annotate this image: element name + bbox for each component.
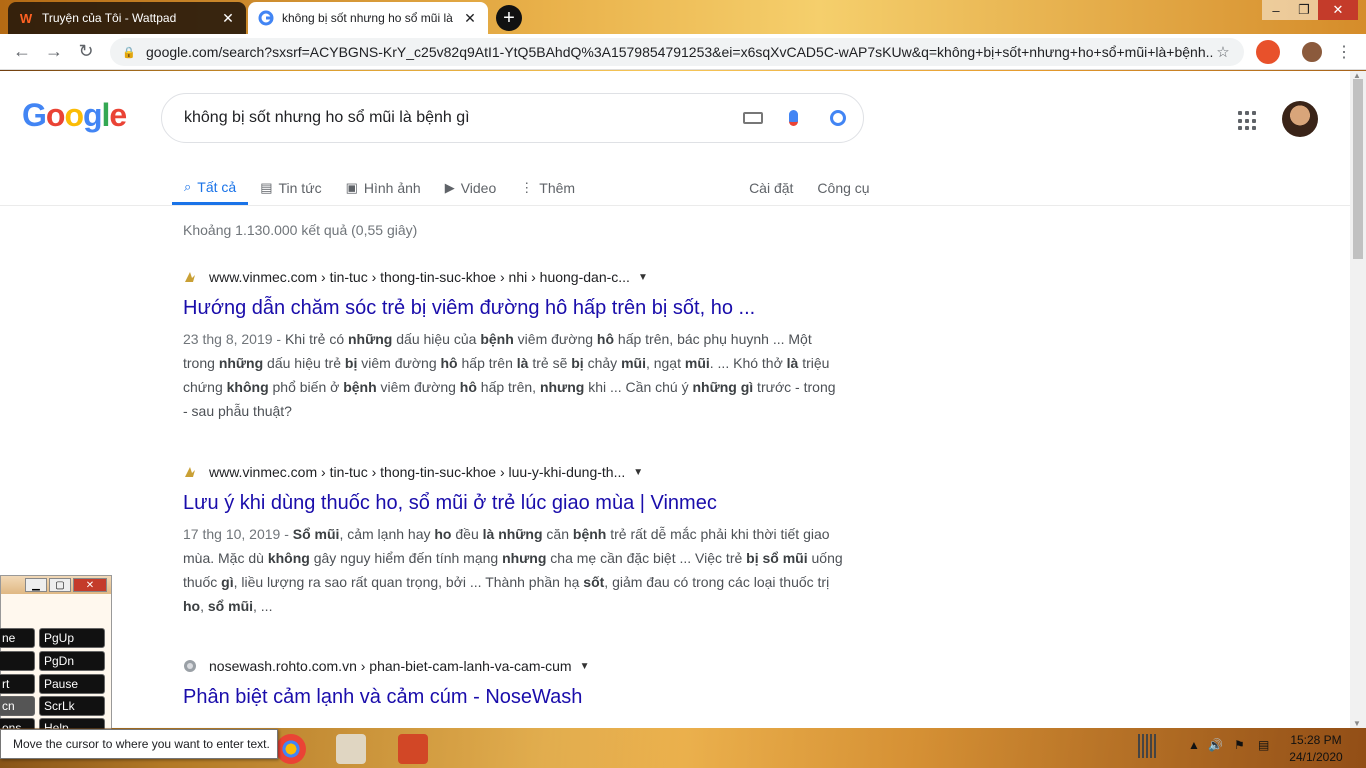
- dropdown-arrow-icon[interactable]: ▼: [638, 272, 648, 283]
- result-cite[interactable]: www.vinmec.com › tin-tuc › thong-tin-suc…: [183, 462, 843, 482]
- url-text: google.com/search?sxsrf=ACYBGNS-KrY_c25v…: [146, 44, 1214, 60]
- microphone-icon[interactable]: [773, 110, 813, 126]
- search-result: nosewash.rohto.com.vn › phan-biet-cam-la…: [183, 656, 843, 710]
- result-title[interactable]: Hướng dẫn chăm sóc trẻ bị viêm đường hô …: [183, 295, 843, 321]
- close-icon[interactable]: ✕: [73, 578, 107, 592]
- dropdown-arrow-icon[interactable]: ▼: [580, 661, 590, 672]
- tab-images[interactable]: ▣ Hình ảnh: [334, 171, 433, 205]
- network-icon[interactable]: ▤: [1258, 738, 1269, 752]
- tools-link[interactable]: Công cụ: [805, 171, 881, 205]
- google-results-page: Google không bị sốt nhưng ho sổ mũi là b…: [0, 71, 1350, 728]
- tab-all[interactable]: ⌕ Tất cả: [172, 171, 249, 205]
- osk-key-pgdn[interactable]: PgDn: [39, 651, 105, 671]
- result-title[interactable]: Lưu ý khi dùng thuốc ho, sổ mũi ở trẻ lú…: [183, 490, 843, 516]
- minimize-icon[interactable]: ▁: [25, 578, 47, 592]
- powerpoint-taskbar-icon[interactable]: [398, 734, 428, 764]
- maximize-icon[interactable]: ▢: [49, 578, 71, 592]
- search-tabs: ⌕ Tất cả ▤ Tin tức ▣ Hình ảnh ▶ Video ⋮ Thêm …: [172, 171, 882, 205]
- image-icon: ▣: [345, 180, 358, 195]
- new-tab-button[interactable]: +: [496, 5, 522, 31]
- extension-icon[interactable]: [1256, 40, 1280, 64]
- bookmark-star-icon[interactable]: ☆: [1214, 43, 1232, 61]
- google-logo[interactable]: Google: [22, 97, 127, 134]
- tab-title: không bị sốt nhưng ho sổ mũi là: [282, 11, 453, 25]
- tab-news[interactable]: ▤ Tin tức: [248, 171, 333, 205]
- result-cite[interactable]: www.vinmec.com › tin-tuc › thong-tin-suc…: [183, 267, 843, 287]
- video-icon: ▶: [444, 180, 455, 195]
- tab-wattpad[interactable]: W Truyện của Tôi - Wattpad ✕: [8, 2, 246, 34]
- taskbar-clock[interactable]: 15:28 PM 24/1/2020: [1280, 732, 1352, 766]
- close-tab-icon[interactable]: ✕: [220, 10, 236, 27]
- address-bar[interactable]: 🔒 google.com/search?sxsrf=ACYBGNS-KrY_c2…: [110, 38, 1244, 66]
- tabs-divider: [0, 205, 1350, 206]
- browser-tab-strip: W Truyện của Tôi - Wattpad ✕ không bị số…: [0, 0, 1366, 34]
- show-hidden-icons[interactable]: ▲: [1188, 738, 1200, 752]
- scroll-down-icon[interactable]: ▼: [1353, 719, 1361, 728]
- osk-key[interactable]: cn: [0, 696, 35, 716]
- lock-icon: 🔒: [122, 46, 136, 59]
- osk-key[interactable]: [0, 651, 35, 671]
- scroll-thumb[interactable]: [1353, 79, 1363, 259]
- chrome-taskbar-icon[interactable]: [276, 734, 306, 764]
- search-input[interactable]: không bị sốt nhưng ho sổ mũi là bệnh gì: [161, 93, 864, 143]
- account-avatar[interactable]: [1282, 101, 1318, 137]
- result-stats: Khoảng 1.130.000 kết quả (0,55 giây): [183, 222, 418, 238]
- close-tab-icon[interactable]: ✕: [462, 10, 478, 27]
- search-query: không bị sốt nhưng ho sổ mũi là bệnh gì: [184, 109, 470, 126]
- tab-more[interactable]: ⋮ Thêm: [508, 171, 587, 205]
- tab-video[interactable]: ▶ Video: [433, 171, 509, 205]
- search-result: www.vinmec.com › tin-tuc › thong-tin-suc…: [183, 267, 843, 423]
- google-icon: [258, 10, 274, 26]
- on-screen-keyboard: ▁ ▢ ✕ ne PgUp PgDn rt Pause cn ScrLk ons…: [0, 575, 112, 738]
- osk-key[interactable]: ne: [0, 628, 35, 648]
- osk-key-pause[interactable]: Pause: [39, 674, 105, 694]
- flag-icon[interactable]: ⚑: [1234, 738, 1245, 752]
- profile-avatar[interactable]: [1300, 40, 1324, 64]
- osk-key-pgup[interactable]: PgUp: [39, 628, 105, 648]
- apps-grid-icon[interactable]: [1238, 111, 1258, 131]
- osk-titlebar: ▁ ▢ ✕: [1, 576, 111, 594]
- osk-key[interactable]: rt: [0, 674, 35, 694]
- browser-toolbar: ← → ↻ 🔒 google.com/search?sxsrf=ACYBGNS-…: [0, 34, 1366, 70]
- result-snippet: 17 thg 10, 2019 - Sổ mũi, cảm lạnh hay h…: [183, 526, 843, 614]
- more-icon: ⋮: [520, 180, 534, 195]
- keyboard-icon[interactable]: [733, 112, 773, 124]
- forward-button[interactable]: →: [38, 36, 70, 68]
- search-icon[interactable]: [813, 110, 863, 126]
- minimize-button[interactable]: –: [1262, 0, 1290, 20]
- close-window-button[interactable]: ✕: [1318, 0, 1358, 20]
- maximize-button[interactable]: ❐: [1290, 0, 1318, 20]
- dropdown-arrow-icon[interactable]: ▼: [633, 467, 643, 478]
- globe-icon: [183, 659, 197, 673]
- result-cite[interactable]: nosewash.rohto.com.vn › phan-biet-cam-la…: [183, 656, 843, 676]
- back-button[interactable]: ←: [6, 36, 38, 68]
- settings-link[interactable]: Cài đặt: [737, 171, 805, 205]
- result-title[interactable]: Phân biệt cảm lạnh và cảm cúm - NoseWash: [183, 684, 843, 710]
- volume-icon[interactable]: 🔊: [1208, 738, 1223, 752]
- chrome-menu-icon[interactable]: ⋮: [1336, 42, 1352, 62]
- site-favicon-icon: [183, 465, 197, 479]
- site-favicon-icon: [183, 270, 197, 284]
- tab-google-search[interactable]: không bị sốt nhưng ho sổ mũi là ✕: [248, 2, 488, 34]
- tab-title: Truyện của Tôi - Wattpad: [42, 11, 177, 25]
- keyboard-tray-icon[interactable]: [1138, 734, 1158, 758]
- osk-tooltip: Move the cursor to where you want to ent…: [0, 729, 278, 759]
- wattpad-icon: W: [19, 10, 33, 26]
- news-icon: ▤: [260, 180, 273, 195]
- paint-taskbar-icon[interactable]: [336, 734, 366, 764]
- reload-button[interactable]: ↻: [70, 36, 102, 68]
- search-result: www.vinmec.com › tin-tuc › thong-tin-suc…: [183, 462, 843, 618]
- osk-key-scrlk[interactable]: ScrLk: [39, 696, 105, 716]
- search-icon: ⌕: [184, 178, 192, 194]
- page-scrollbar[interactable]: ▲ ▼: [1350, 71, 1366, 728]
- result-snippet: 23 thg 8, 2019 - Khi trẻ có những dấu hi…: [183, 331, 836, 419]
